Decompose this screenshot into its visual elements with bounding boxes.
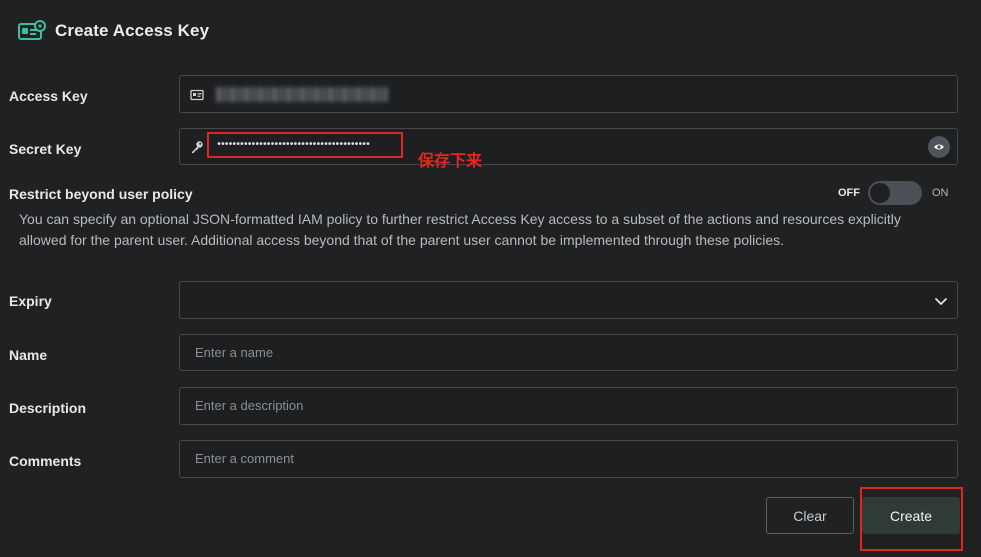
access-key-value-redacted [216, 87, 388, 102]
save-it-annotation: 保存下来 [418, 151, 483, 170]
page-title: Create Access Key [55, 21, 210, 40]
access-key-label: Access Key [9, 88, 88, 104]
access-key-field[interactable] [179, 75, 958, 113]
reveal-secret-button[interactable] [928, 136, 950, 158]
create-button-highlight-box [860, 487, 963, 551]
clear-button[interactable]: Clear [766, 497, 854, 534]
expiry-label: Expiry [9, 293, 52, 309]
name-placeholder: Enter a name [195, 345, 274, 360]
page-header: Create Access Key [18, 18, 209, 44]
key-icon [192, 141, 203, 153]
comments-input[interactable]: Enter a comment [179, 440, 958, 478]
expiry-select[interactable] [179, 281, 958, 319]
comments-label: Comments [9, 453, 82, 469]
toggle-off-label: OFF [838, 187, 860, 199]
description-input[interactable]: Enter a description [179, 387, 958, 425]
toggle-on-label: ON [932, 187, 949, 199]
secret-key-label: Secret Key [9, 141, 82, 157]
description-placeholder: Enter a description [195, 398, 304, 413]
name-label: Name [9, 347, 48, 363]
secret-key-highlight-box [207, 132, 403, 158]
id-card-icon [190, 89, 204, 101]
restrict-policy-toggle-group: OFF ON [838, 181, 949, 205]
restrict-policy-description: You can specify an optional JSON-formatt… [19, 211, 901, 248]
access-key-card-icon [18, 20, 46, 40]
name-input[interactable]: Enter a name [179, 334, 958, 371]
restrict-policy-label: Restrict beyond user policy [9, 186, 193, 202]
eye-icon [934, 144, 944, 150]
toggle-knob [870, 183, 890, 203]
restrict-policy-toggle[interactable] [868, 181, 922, 205]
create-access-key-page: Create Access Key Access Key Secret Key … [0, 0, 981, 557]
chevron-down-icon [935, 298, 947, 305]
description-label: Description [9, 400, 87, 416]
comments-placeholder: Enter a comment [195, 451, 294, 466]
